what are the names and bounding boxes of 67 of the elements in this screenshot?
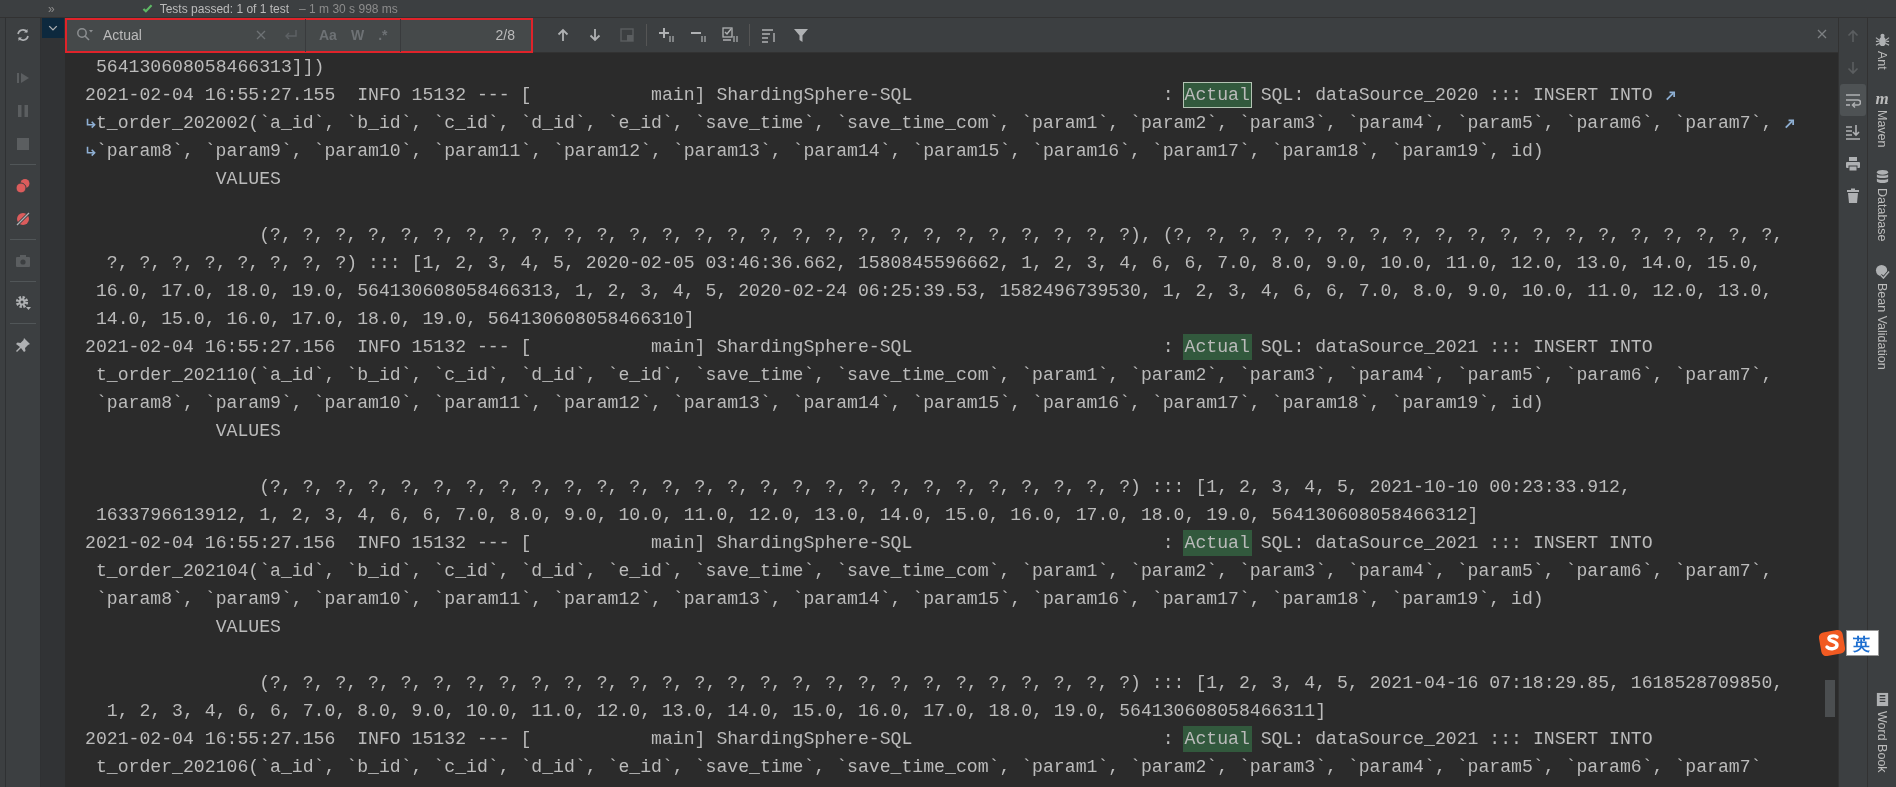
log-text: t_order_202110(`a_id`, `b_id`, `c_id`, `d_id`, `e_id`, `save_time`, `save_time_com`, `param1`, `param2`, `param3`, `param4`, `param5`, `param6`, `param7`, [94,364,1773,387]
log-text: 2021-02-04 16:55:27.155 INFO 15132 --- [ main] ShardingSphere-SQL : [85,84,1175,107]
log-text: 1, 2, 3, 4, 6, 6, 7.0, 8.0, 9.0, 10.0, 11.0, 12.0, 13.0, 14.0, 15.0, 16.0, 17.0, 18.0, 19.0, 564130608058466311] [105,700,1327,723]
search-icon[interactable] [75,27,95,43]
pin-icon[interactable] [14,336,31,353]
add-selection-icon[interactable] [658,27,674,43]
log-text: (?, ?, ?, ?, ?, ?, ?, ?, ?, ?, ?, ?, ?, ?, ?, ?, ?, ?, ?, ?, ?, ?, ?, ?, ?, ?, ?) ::: [1, 2, 3, 4, 5, 2021-04-16 07:18:29.85, 1618528709850, [258,672,1784,695]
match-count: 2/8 [495,27,515,43]
tool-window-button[interactable]: Bean Validation [1874,249,1890,378]
log-text: SQL: dataSource_2020 ::: INSERT INTO [1259,84,1653,107]
ime-logo-icon[interactable] [1818,629,1846,657]
log-text: VALUES [214,168,281,191]
log-text: t_order_202104(`a_id`, `b_id`, `c_id`, `d_id`, `e_id`, `save_time`, `save_time_com`, `param1`, `param2`, `param3`, `param4`, `param5`, `param6`, `param7`, [94,560,1773,583]
database-icon [1874,169,1890,185]
search-match: Actual [1182,530,1252,556]
input-mode-label[interactable]: 英 [1846,630,1879,656]
log-text: `param8`, `param9`, `param10`, `param11`, `param12`, `param13`, `param14`, `param15`, `param16`, `param17`, `param18`, `param19`, id) [94,392,1544,415]
soft-wrap-toggle[interactable] [1840,84,1866,116]
tool-window-button[interactable]: Word Book [1874,678,1890,787]
scrollbar-thumb[interactable] [1825,680,1835,717]
log-text: 2021-02-04 16:55:27.156 INFO 15132 --- [ main] ShardingSphere-SQL : [85,336,1175,359]
log-text: t_order_202106(`a_id`, `b_id`, `c_id`, `d_id`, `e_id`, `save_time`, `save_time_com`, `param1`, `param2`, `param3`, `param4`, `param5`, `param6`, `param7` [94,756,1762,779]
log-text: SQL: dataSource_2021 ::: INSERT INTO [1259,728,1653,751]
bug-icon [1874,32,1890,47]
book-icon [1874,692,1890,708]
maven-glyph: m [1875,91,1889,106]
log-text: 2021-02-04 16:55:27.156 INFO 15132 --- [ main] ShardingSphere-SQL : [85,532,1175,555]
check-icon [140,2,154,15]
log-text: SQL: dataSource_2021 ::: INSERT INTO [1259,336,1653,359]
print-icon[interactable] [1845,156,1861,172]
log-text: VALUES [214,616,281,639]
search-match: Actual [1182,334,1252,360]
test-status: Tests passed: 1 of 1 test [159,1,290,16]
log-text: ?, ?, ?, ?, ?, ?, ?, ?) ::: [1, 2, 3, 4, 5, 2020-02-05 03:46:36.662, 1580845596662, 1, 2, 3, 4, 6, 6, 7.0, 8.0, 9.0, 10.0, 11.0, 12.0, 13.0, 14.0, 15.0, [105,252,1762,275]
mute-breakpoints-icon[interactable] [14,210,31,227]
log-text: 564130608058466313]]) [94,56,325,79]
scroll-to-end-icon[interactable] [1845,124,1861,140]
soft-wrap-icon [1845,92,1861,108]
log-text: 1633796613912, 1, 2, 3, 4, 6, 6, 7.0, 8.0, 9.0, 10.0, 11.0, 12.0, 13.0, 14.0, 15.0, 16.0, 17.0, 18.0, 19.0, 564130608058466312] [94,504,1479,527]
search-match: Actual [1182,82,1252,108]
trash-icon[interactable] [1845,188,1861,204]
log-text: 2021-02-04 16:55:27.156 INFO 15132 --- [ main] ShardingSphere-SQL : [85,728,1175,751]
lines-icon[interactable] [761,27,777,43]
select-all-icon[interactable] [722,27,738,43]
log-text: VALUES [214,420,281,443]
log-text: (?, ?, ?, ?, ?, ?, ?, ?, ?, ?, ?, ?, ?, ?, ?, ?, ?, ?, ?, ?, ?, ?, ?, ?, ?, ?, ?) ::: [1, 2, 3, 4, 5, 2021-10-10 00:23:33.912, [258,476,1631,499]
filter-icon[interactable] [793,27,809,43]
log-text: (?, ?, ?, ?, ?, ?, ?, ?, ?, ?, ?, ?, ?, ?, ?, ?, ?, ?, ?, ?, ?, ?, ?, ?, ?, ?, ?), (?, ?, ?, ?, ?, ?, ?, ?, ?, ?, ?, ?, ?, ?, ?, ?, ?, ?, ?, [258,224,1784,247]
rerun-icon[interactable] [14,26,31,43]
tool-window-button[interactable]: m Maven [1875,77,1889,156]
settings-icon[interactable] [14,294,31,311]
log-text: `param8`, `param9`, `param10`, `param11`, `param12`, `param13`, `param14`, `param15`, `param16`, `param17`, `param18`, `param19`, id) [95,140,1544,163]
collapse-button[interactable] [42,18,64,38]
log-text: SQL: dataSource_2021 ::: INSERT INTO [1259,532,1653,555]
up-arrow-icon[interactable] [555,27,571,43]
expand-button[interactable]: » [48,1,55,16]
log-text: `param8`, `param9`, `param10`, `param11`, `param12`, `param13`, `param14`, `param15`, `param16`, `param17`, `param18`, `param19`, id) [94,588,1544,611]
search-field[interactable]: Actual [103,27,253,43]
log-text: 14.0, 15.0, 16.0, 17.0, 18.0, 19.0, 564130608058466310] [94,308,695,331]
down-arrow-icon[interactable] [587,27,603,43]
search-match: Actual [1182,726,1252,752]
test-duration: – 1 m 30 s 998 ms [299,1,398,16]
log-text: t_order_202002(`a_id`, `b_id`, `c_id`, `d_id`, `e_id`, `save_time`, `save_time_com`, `param1`, `param2`, `param3`, `param4`, `param5`, `param6`, `param7`, [95,112,1773,135]
breakpoints-icon[interactable] [14,177,31,194]
tool-window-button[interactable]: Database [1874,155,1890,250]
log-text: 16.0, 17.0, 18.0, 19.0, 564130608058466313, 1, 2, 3, 4, 5, 2020-02-24 06:25:39.53, 1582496739530, 1, 2, 3, 4, 6, 6, 7.0, 8.0, 9.0, 10.0, 11.0, 12.0, 13.0, [94,280,1773,303]
tool-window-button[interactable]: Ant [1874,18,1890,78]
